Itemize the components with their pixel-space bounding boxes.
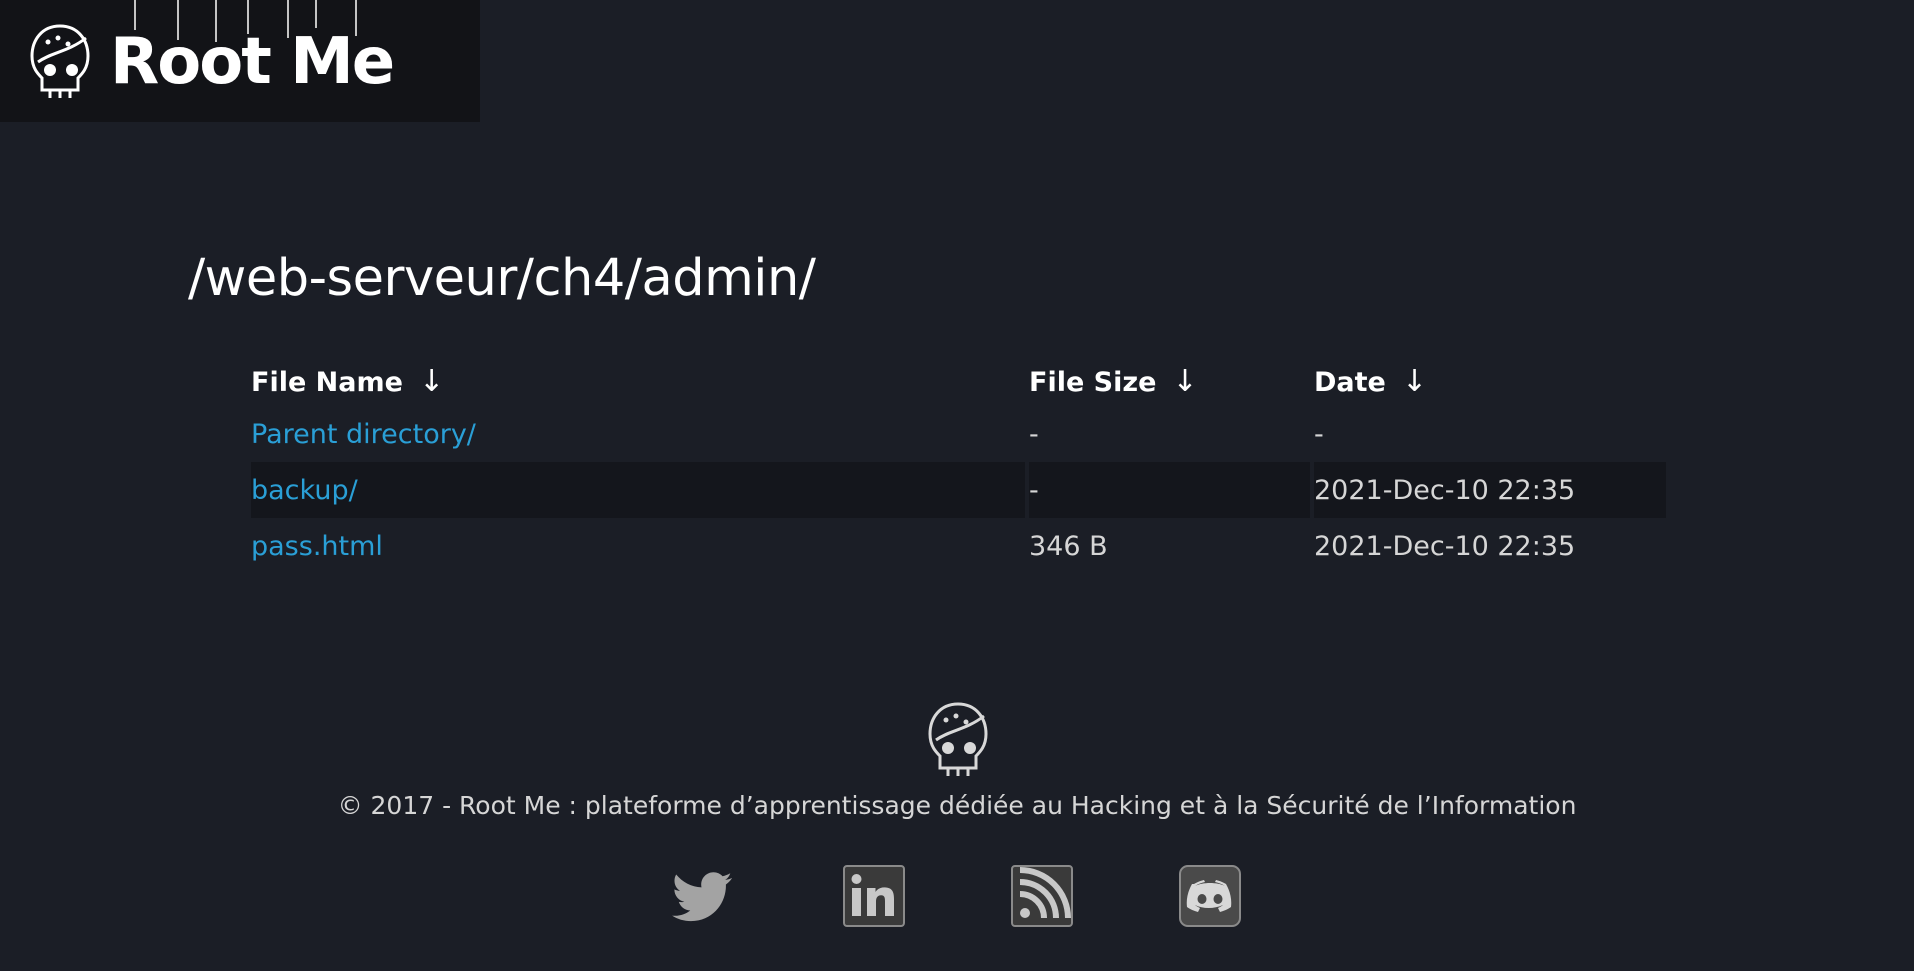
file-date-cell: 2021-Dec-10 22:35 <box>1314 462 1666 518</box>
table-row: backup/ - 2021-Dec-10 22:35 <box>251 462 1666 518</box>
pass-html-file-link[interactable]: pass.html <box>251 531 383 562</box>
footer-copyright: © 2017 - Root Me : plateforme d’apprenti… <box>337 791 1577 820</box>
rss-icon <box>1011 865 1073 927</box>
rss-link[interactable] <box>1010 864 1074 928</box>
table-header-row: File Name ↓ File Size ↓ Date ↓ <box>251 356 1666 406</box>
column-header-label: Date <box>1314 366 1386 398</box>
sort-arrow-icon[interactable]: ↓ <box>1402 364 1427 399</box>
discord-icon <box>1179 865 1241 927</box>
twitter-link[interactable] <box>672 864 736 928</box>
file-name-cell: Parent directory/ <box>251 406 1029 462</box>
table-row: Parent directory/ - - <box>251 406 1666 462</box>
file-name-cell: pass.html <box>251 518 1029 574</box>
file-size-cell: - <box>1029 462 1314 518</box>
sort-arrow-icon[interactable]: ↓ <box>419 364 444 399</box>
file-listing-table: File Name ↓ File Size ↓ Date ↓ Parent direc… <box>251 356 1666 574</box>
sort-arrow-icon[interactable]: ↓ <box>1172 364 1197 399</box>
file-name-cell: backup/ <box>251 462 1029 518</box>
logo-text: Root Me <box>110 25 395 99</box>
discord-link[interactable] <box>1178 864 1242 928</box>
twitter-icon <box>672 872 732 922</box>
column-header-label: File Name <box>251 366 403 398</box>
parent-directory-link[interactable]: Parent directory/ <box>251 419 476 450</box>
file-size-cell: - <box>1029 418 1039 450</box>
footer-skull-logo-icon <box>928 702 988 776</box>
column-header-file-name[interactable]: File Name ↓ <box>251 356 1029 406</box>
column-header-file-size[interactable]: File Size ↓ <box>1029 356 1314 406</box>
linkedin-link[interactable] <box>842 864 906 928</box>
file-date-cell: - <box>1314 418 1324 450</box>
skull-logo-icon <box>30 24 90 98</box>
linkedin-icon <box>843 865 905 927</box>
file-date-cell: 2021-Dec-10 22:35 <box>1314 530 1576 562</box>
column-header-label: File Size <box>1029 366 1157 398</box>
backup-directory-link[interactable]: backup/ <box>251 475 358 506</box>
table-row: pass.html 346 B 2021-Dec-10 22:35 <box>251 518 1666 574</box>
page-title: /web-serveur/ch4/admin/ <box>188 249 816 308</box>
file-size-cell: 346 B <box>1029 530 1108 562</box>
column-header-date[interactable]: Date ↓ <box>1314 356 1666 406</box>
logo-bar[interactable]: Root Me <box>0 0 480 122</box>
